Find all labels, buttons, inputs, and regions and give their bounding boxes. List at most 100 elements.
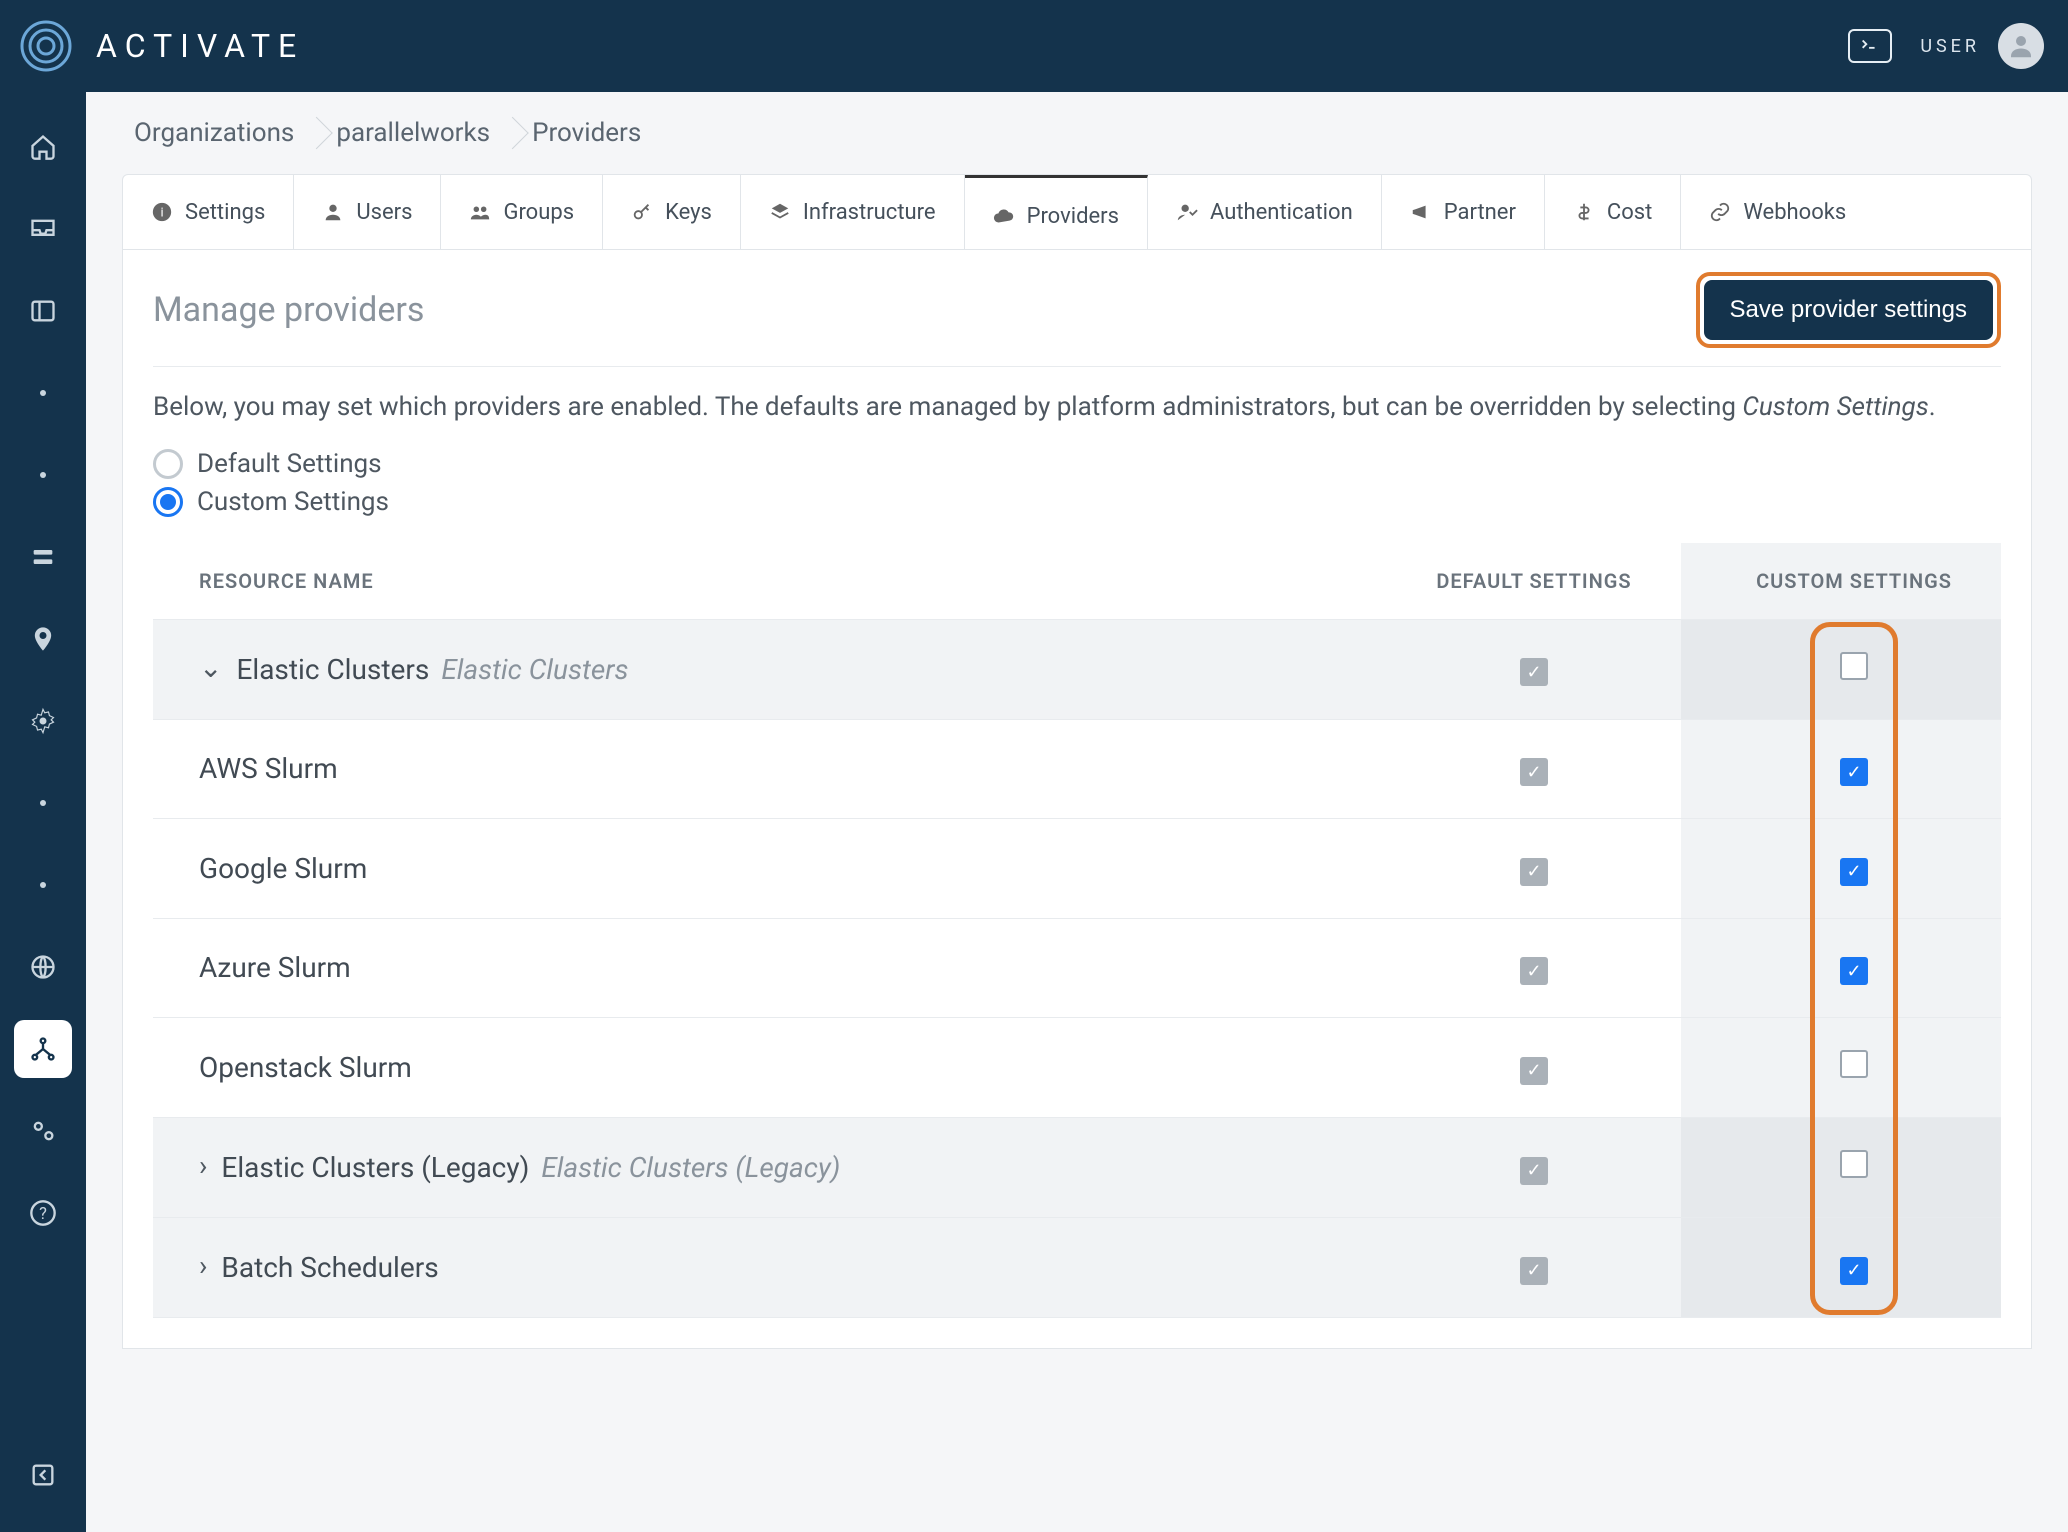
checkbox-default-on: ✓ <box>1520 1157 1548 1185</box>
nav-server[interactable] <box>14 528 72 586</box>
tab-webhooks[interactable]: Webhooks <box>1681 175 1874 249</box>
user-check-icon <box>1176 201 1198 223</box>
checkbox-custom-off[interactable] <box>1840 1050 1868 1078</box>
nav-globe[interactable] <box>14 938 72 996</box>
nav-dot-2[interactable] <box>14 446 72 504</box>
row-name[interactable]: Batch Schedulers <box>221 1251 438 1284</box>
topbar: ACTIVATE USER <box>0 0 2068 92</box>
brand: ACTIVATE <box>18 18 304 74</box>
description-em: Custom Settings <box>1742 392 1928 422</box>
svg-text:i: i <box>160 206 163 221</box>
tab-partner[interactable]: Partner <box>1382 175 1545 249</box>
checkbox-custom-off[interactable] <box>1840 652 1868 680</box>
checkbox-default-on: ✓ <box>1520 758 1548 786</box>
chevron-right-icon: › <box>199 1249 207 1282</box>
table-row: Openstack Slurm✓ <box>153 1018 2001 1118</box>
group-icon <box>469 201 491 223</box>
terminal-button[interactable] <box>1848 29 1892 63</box>
card: i Settings Users Groups Keys Infrastructure Pr… <box>122 174 2032 1349</box>
nav-inbox[interactable] <box>14 200 72 258</box>
page-title: Manage providers <box>153 290 424 330</box>
nav-home[interactable] <box>14 118 72 176</box>
radio-default[interactable]: Default Settings <box>153 449 2001 479</box>
tab-providers[interactable]: Providers <box>965 175 1148 250</box>
row-name: AWS Slurm <box>199 752 338 785</box>
providers-table: RESOURCE NAME DEFAULT SETTINGS CUSTOM SE… <box>153 543 2001 1318</box>
row-subtitle: Elastic Clusters <box>441 653 628 686</box>
breadcrumb-item[interactable]: Providers <box>514 108 665 158</box>
radio-default-input[interactable] <box>153 449 183 479</box>
tab-infrastructure[interactable]: Infrastructure <box>741 175 965 249</box>
logo-icon <box>18 18 74 74</box>
row-name: Google Slurm <box>199 852 367 885</box>
nav-help[interactable]: ? <box>14 1184 72 1242</box>
th-name: RESOURCE NAME <box>153 543 1361 620</box>
tab-settings[interactable]: i Settings <box>123 175 294 249</box>
tab-users[interactable]: Users <box>294 175 441 249</box>
nav-cog[interactable] <box>14 692 72 750</box>
checkbox-custom-on[interactable]: ✓ <box>1840 858 1868 886</box>
tab-groups[interactable]: Groups <box>441 175 603 249</box>
megaphone-icon <box>1410 201 1432 223</box>
description: Below, you may set which providers are e… <box>153 389 2001 427</box>
row-name: Azure Slurm <box>199 951 351 984</box>
save-button[interactable]: Save provider settings <box>1704 280 1993 340</box>
nav-dot-4[interactable] <box>14 856 72 914</box>
content-header: Manage providers Save provider settings <box>153 272 2001 367</box>
tab-cost[interactable]: Cost <box>1545 175 1681 249</box>
description-suffix: . <box>1929 392 1936 422</box>
radio-custom-label: Custom Settings <box>197 487 389 517</box>
table-row: AWS Slurm ✓ ✓ <box>153 719 2001 819</box>
tab-label: Cost <box>1607 200 1652 225</box>
checkbox-custom-on[interactable]: ✓ <box>1840 1257 1868 1285</box>
table-group-row: › Batch Schedulers ✓ ✓ <box>153 1218 2001 1318</box>
nav-org[interactable] <box>14 1020 72 1078</box>
description-prefix: Below, you may set which providers are e… <box>153 392 1742 422</box>
nav-dot-1[interactable] <box>14 364 72 422</box>
checkbox-custom-off[interactable] <box>1840 1150 1868 1178</box>
nav-location[interactable] <box>14 610 72 668</box>
dollar-icon <box>1573 201 1595 223</box>
brand-text: ACTIVATE <box>96 27 304 65</box>
row-name[interactable]: Elastic Clusters <box>236 653 429 686</box>
tab-label: Settings <box>185 200 265 225</box>
breadcrumb-item[interactable]: parallelworks <box>318 108 514 158</box>
checkbox-default-on: ✓ <box>1520 1257 1548 1285</box>
info-icon: i <box>151 201 173 223</box>
tab-label: Partner <box>1444 200 1516 225</box>
nav-panel[interactable] <box>14 282 72 340</box>
nav-dot-3[interactable] <box>14 774 72 832</box>
chevron-right-icon: › <box>199 1149 207 1182</box>
tabs: i Settings Users Groups Keys Infrastructure Pr… <box>122 174 2032 250</box>
tab-label: Authentication <box>1210 200 1353 225</box>
tab-label: Providers <box>1027 204 1119 229</box>
row-subtitle: Elastic Clusters (Legacy) <box>541 1151 840 1184</box>
user-icon <box>322 201 344 223</box>
checkbox-default-on: ✓ <box>1520 1057 1548 1085</box>
tab-authentication[interactable]: Authentication <box>1148 175 1382 249</box>
tab-keys[interactable]: Keys <box>603 175 741 249</box>
th-custom: CUSTOM SETTINGS <box>1681 543 2001 620</box>
link-icon <box>1709 201 1731 223</box>
breadcrumb-item[interactable]: Organizations <box>116 108 318 158</box>
radio-default-label: Default Settings <box>197 449 382 479</box>
tab-label: Infrastructure <box>803 200 936 225</box>
checkbox-custom-on[interactable]: ✓ <box>1840 957 1868 985</box>
nav-gears[interactable] <box>14 1102 72 1160</box>
radio-custom-input[interactable] <box>153 487 183 517</box>
layers-icon <box>769 201 791 223</box>
checkbox-custom-on[interactable]: ✓ <box>1840 758 1868 786</box>
row-name[interactable]: Elastic Clusters (Legacy) <box>221 1151 529 1184</box>
save-button-highlight: Save provider settings <box>1696 272 2001 348</box>
cloud-icon <box>993 206 1015 228</box>
table-wrap: RESOURCE NAME DEFAULT SETTINGS CUSTOM SE… <box>153 543 2001 1318</box>
th-default: DEFAULT SETTINGS <box>1361 543 1681 620</box>
main: Organizations parallelworks Providers i S… <box>86 92 2068 1532</box>
nav-collapse[interactable] <box>14 1446 72 1504</box>
tab-label: Groups <box>503 200 574 225</box>
avatar[interactable] <box>1998 23 2044 69</box>
table-row: Google Slurm✓✓ <box>153 819 2001 919</box>
tab-label: Webhooks <box>1743 200 1846 225</box>
radio-custom[interactable]: Custom Settings <box>153 487 2001 517</box>
checkbox-default-on: ✓ <box>1520 658 1548 686</box>
